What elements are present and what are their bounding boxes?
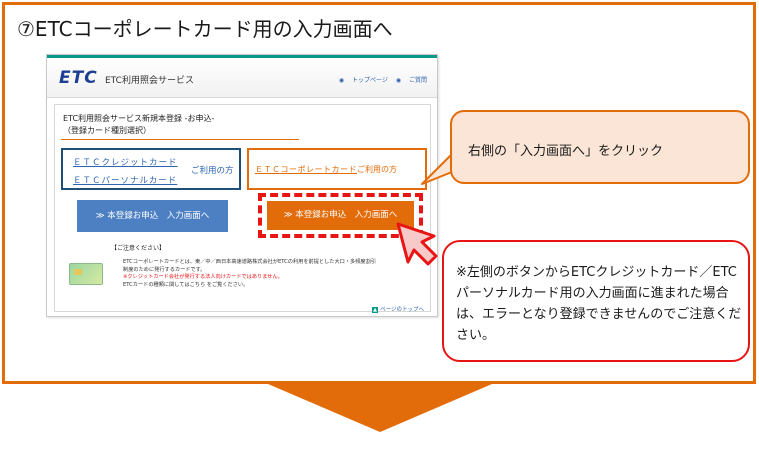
corporate-card-link[interactable]: ＥＴＣコーポレートカード	[255, 165, 357, 174]
pointer-arrow-icon	[396, 222, 438, 266]
instruction-text: 右側の「入力画面へ」をクリック	[468, 144, 664, 159]
notice-text: ETCコーポレートカードとは、東／中／西日本高速道路株式会社がETCの利用を前提…	[123, 259, 423, 289]
faq-link[interactable]: ◉ ご質問	[396, 77, 427, 84]
personal-card-link[interactable]: ＥＴＣパーソナルカード	[73, 174, 177, 186]
card-option-suffix: ご利用の方	[191, 166, 234, 176]
apply-input-button-left[interactable]: ≫ 本登録お申込 入力画面へ	[77, 200, 228, 232]
etc-card-icon	[69, 263, 103, 285]
credit-personal-card-option[interactable]: ＥＴＣクレジットカード ＥＴＣパーソナルカード ご利用の方	[61, 148, 241, 190]
page-top-link[interactable]: ▲ ページのトップへ	[372, 305, 424, 313]
notice-heading: 【ご注意ください】	[111, 245, 166, 252]
top-page-link[interactable]: ◉ トップページ	[339, 77, 388, 84]
step-heading: ⑦ETCコーポレートカード用の入力画面へ	[17, 17, 393, 41]
site-header: ETC ETC利用照会サービス ◉ トップページ ◉ ご質問	[47, 58, 437, 98]
corporate-card-label: ＥＴＣコーポレートカードご利用の方	[255, 165, 397, 174]
credit-card-link[interactable]: ＥＴＣクレジットカード	[73, 156, 178, 168]
corporate-card-option[interactable]: ＥＴＣコーポレートカードご利用の方	[247, 148, 427, 190]
apply-input-button-right[interactable]: ≫ 本登録お申込 入力画面へ	[267, 201, 414, 230]
title-divider	[61, 139, 299, 140]
callout-tail	[421, 153, 454, 185]
header-links: ◉ トップページ ◉ ご質問	[333, 75, 427, 84]
page-top-icon: ▲	[372, 307, 379, 313]
next-step-arrow-icon	[268, 384, 492, 432]
instruction-callout: 右側の「入力画面へ」をクリック	[450, 110, 750, 184]
site-name: ETC利用照会サービス	[105, 76, 194, 86]
registration-content: ETC利用照会サービス新規本登録 -お申込- （登録カード種別選択） ＥＴＣクレ…	[54, 104, 431, 313]
warning-text: ※左側のボタンからETCクレジットカード／ETCパーソナルカード用の入力画面に進…	[456, 265, 742, 343]
warning-callout: ※左側のボタンからETCクレジットカード／ETCパーソナルカード用の入力画面に進…	[442, 240, 750, 362]
etc-logo: ETC	[59, 68, 98, 88]
card-types-link[interactable]: ETCカードの種類に関してはこちら をご覧ください。	[123, 282, 423, 290]
content-title: ETC利用照会サービス新規本登録 -お申込- （登録カード種別選択）	[63, 114, 215, 135]
screenshot-panel: ETC ETC利用照会サービス ◉ トップページ ◉ ご質問 ETC利用照会サー…	[46, 54, 438, 317]
